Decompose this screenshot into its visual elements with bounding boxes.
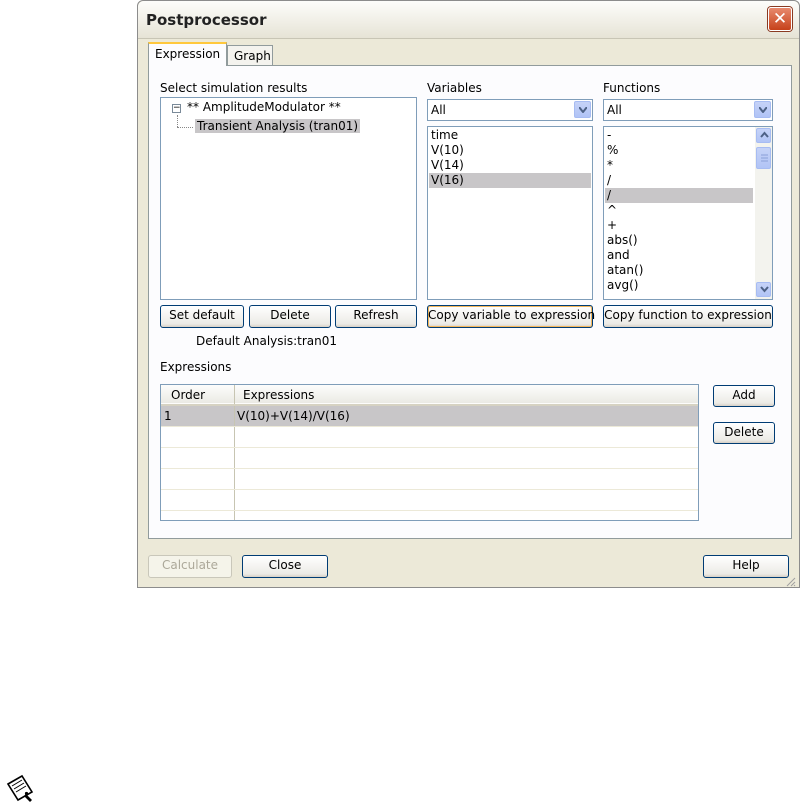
expressions-grid[interactable]: Order Expressions 1 V(10)+V(14)/V(16)	[160, 384, 699, 521]
variables-item[interactable]: V(10)	[429, 143, 591, 158]
functions-item[interactable]: atan()	[605, 263, 753, 278]
functions-item[interactable]: +	[605, 218, 753, 233]
copy-variable-button[interactable]: Copy variable to expression	[427, 305, 595, 328]
variables-label: Variables	[427, 81, 482, 95]
chevron-down-icon[interactable]	[574, 101, 591, 118]
expression-cell[interactable]: V(10)+V(14)/V(16)	[234, 405, 698, 427]
delete-result-button[interactable]: Delete	[249, 305, 331, 328]
functions-item[interactable]: avg()	[605, 278, 753, 293]
column-header-expressions[interactable]: Expressions	[235, 385, 699, 405]
expression-cell[interactable]	[234, 510, 698, 520]
scroll-down-icon[interactable]	[756, 282, 771, 297]
add-expression-button[interactable]: Add	[713, 385, 775, 407]
order-cell[interactable]: 1	[161, 405, 235, 427]
tab-expression[interactable]: Expression	[148, 42, 227, 66]
functions-item[interactable]: *	[605, 158, 753, 173]
order-cell[interactable]	[161, 489, 235, 511]
note-icon	[4, 772, 36, 804]
expression-cell[interactable]	[234, 426, 698, 448]
functions-item[interactable]: and	[605, 248, 753, 263]
functions-scrollbar[interactable]	[755, 127, 772, 299]
order-cell[interactable]	[161, 447, 235, 469]
title-bar[interactable]: Postprocessor ✕	[138, 1, 799, 39]
functions-label: Functions	[603, 81, 661, 95]
variables-item[interactable]: V(14)	[429, 158, 591, 173]
variables-filter-select[interactable]: All	[427, 99, 593, 121]
tree-line	[177, 115, 178, 127]
variables-filter-value: All	[431, 103, 446, 117]
functions-item[interactable]: ^	[605, 203, 753, 218]
expression-cell[interactable]	[234, 447, 698, 469]
set-default-button[interactable]: Set default	[160, 305, 244, 328]
functions-item[interactable]: /	[605, 173, 753, 188]
tab-graph[interactable]: Graph	[227, 45, 273, 65]
functions-item[interactable]: /	[605, 188, 753, 203]
help-button[interactable]: Help	[703, 555, 789, 578]
expression-cell[interactable]	[234, 489, 698, 511]
expression-panel: Select simulation results − ** Amplitude…	[148, 65, 792, 539]
calculate-button[interactable]: Calculate	[148, 555, 232, 578]
expressions-label: Expressions	[160, 360, 232, 374]
table-row[interactable]	[161, 447, 698, 469]
results-tree[interactable]: − ** AmplitudeModulator ** Transient Ana…	[160, 97, 417, 300]
results-label: Select simulation results	[160, 81, 308, 95]
tree-line	[177, 127, 193, 128]
functions-list[interactable]: -% * / / ^ + abs() and atan() avg()	[603, 126, 773, 300]
variables-item[interactable]: time	[429, 128, 591, 143]
variables-items: time V(10) V(14) V(16)	[429, 128, 591, 188]
table-row[interactable]	[161, 468, 698, 490]
expressions-table: Order Expressions 1 V(10)+V(14)/V(16)	[161, 385, 699, 520]
variables-item[interactable]: V(16)	[429, 173, 591, 188]
functions-item[interactable]: -	[605, 128, 753, 143]
column-header-order[interactable]: Order	[161, 385, 235, 405]
table-row[interactable]	[161, 426, 698, 448]
scroll-thumb[interactable]	[756, 147, 771, 169]
tree-child[interactable]: Transient Analysis (tran01)	[195, 119, 361, 133]
functions-items: -% * / / ^ + abs() and atan() avg()	[605, 128, 753, 293]
table-row[interactable]	[161, 489, 698, 511]
copy-function-button[interactable]: Copy function to expression	[603, 305, 773, 328]
order-cell[interactable]	[161, 426, 235, 448]
table-row[interactable]: 1 V(10)+V(14)/V(16)	[161, 405, 698, 427]
chevron-down-icon[interactable]	[754, 101, 771, 118]
resize-grip-icon[interactable]	[786, 576, 796, 587]
scroll-up-icon[interactable]	[756, 128, 771, 143]
window-title: Postprocessor	[146, 11, 267, 29]
default-analysis-text: Default Analysis:tran01	[196, 334, 338, 348]
close-button[interactable]: Close	[242, 555, 328, 578]
table-row[interactable]	[161, 510, 698, 520]
close-icon[interactable]: ✕	[768, 7, 792, 31]
variables-list[interactable]: time V(10) V(14) V(16)	[427, 126, 593, 300]
order-cell[interactable]	[161, 468, 235, 490]
postprocessor-window: Postprocessor ✕ Expression Graph Select …	[137, 0, 800, 588]
functions-item[interactable]: %	[605, 143, 753, 158]
order-cell[interactable]	[161, 510, 235, 520]
collapse-icon[interactable]: −	[172, 104, 181, 113]
tree-root[interactable]: ** AmplitudeModulator **	[187, 100, 341, 114]
expression-cell[interactable]	[234, 468, 698, 490]
functions-item[interactable]: abs()	[605, 233, 753, 248]
refresh-button[interactable]: Refresh	[335, 305, 417, 328]
delete-expression-button[interactable]: Delete	[713, 422, 775, 444]
functions-filter-select[interactable]: All	[603, 99, 773, 121]
functions-filter-value: All	[607, 103, 622, 117]
